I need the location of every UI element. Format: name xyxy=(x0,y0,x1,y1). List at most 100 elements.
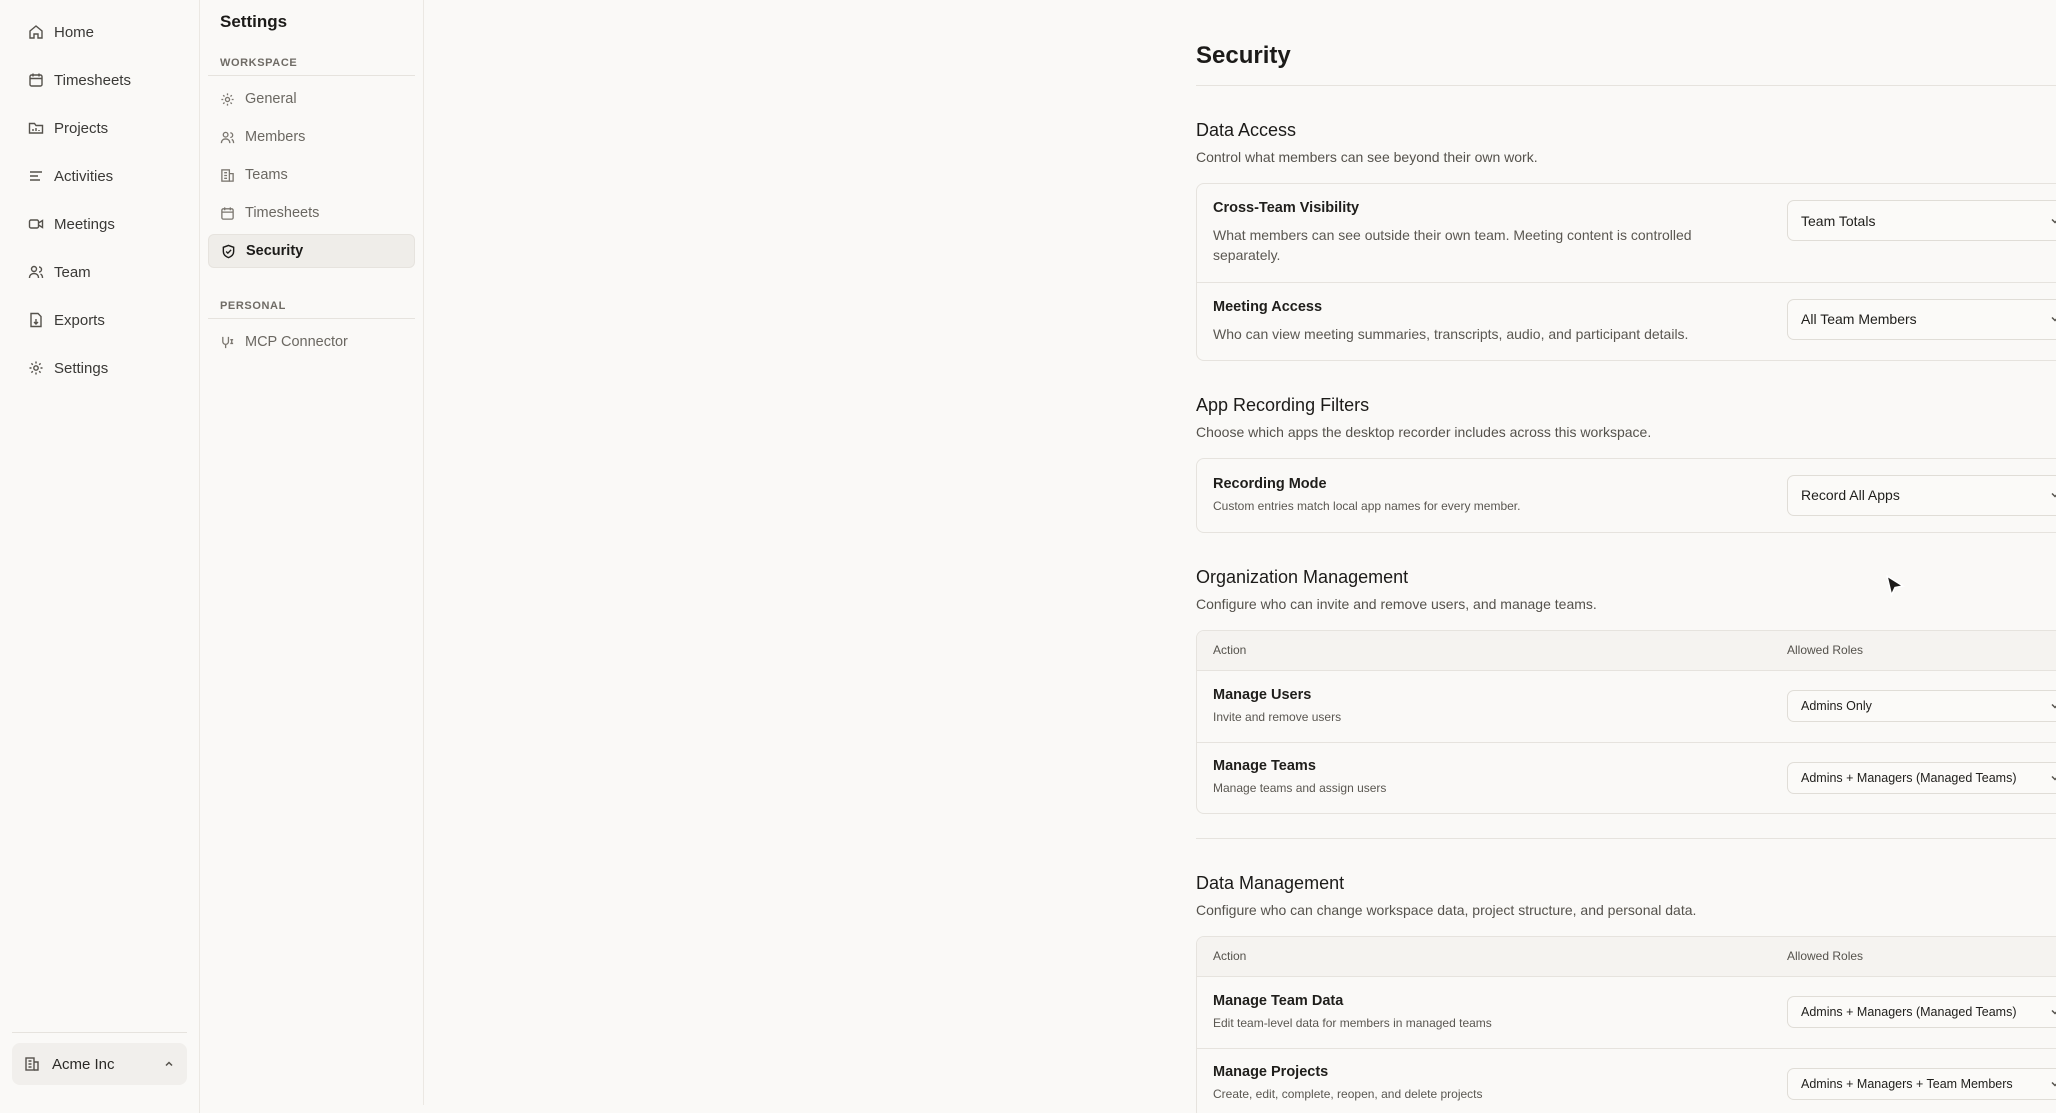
recording-mode-select[interactable]: Record All Apps xyxy=(1787,474,2056,516)
nav-label: Activities xyxy=(54,167,114,185)
users-icon xyxy=(28,265,44,279)
nav-item-home[interactable]: Home xyxy=(12,14,187,50)
workspace-section-label: WORKSPACE xyxy=(208,57,415,76)
section-title-org-management: Organization Management xyxy=(1196,566,1409,587)
settings-item-members[interactable]: Members xyxy=(208,120,415,154)
settings-item-label: Teams xyxy=(245,167,288,183)
mouse-cursor-icon xyxy=(1885,574,1906,598)
activity-icon xyxy=(30,171,42,181)
manage-teams-roles-select[interactable]: Admins + Managers (Managed Teams) xyxy=(1787,761,2056,794)
chevron-down-icon xyxy=(2051,493,2056,498)
setting-row: Recording Mode Custom entries match loca… xyxy=(1197,459,2056,532)
nav-item-timesheets[interactable]: Timesheets xyxy=(12,62,187,98)
cross-team-visibility-select[interactable]: Team Totals xyxy=(1787,200,2056,241)
nav-item-activities[interactable]: Activities xyxy=(12,158,187,194)
permission-title: Manage Users xyxy=(1213,686,1312,703)
security-page: Security Data Access Control what member… xyxy=(1196,0,2056,1113)
column-header-action: Action xyxy=(1213,949,1247,964)
table-row: Manage Team Data Edit team-level data fo… xyxy=(1197,977,2056,1048)
page-title: Security xyxy=(1196,0,2056,86)
calendar-icon xyxy=(221,206,234,220)
chevron-down-icon xyxy=(2051,1010,2056,1015)
nav-label: Team xyxy=(54,263,91,281)
nav-label: Meetings xyxy=(54,215,115,233)
column-header-action: Action xyxy=(1213,643,1247,658)
nav-label: Timesheets xyxy=(54,71,131,89)
manage-projects-roles-select[interactable]: Admins + Managers + Team Members xyxy=(1787,1067,2056,1100)
chevron-down-icon xyxy=(2051,218,2056,224)
table-row: Manage Teams Manage teams and assign use… xyxy=(1197,741,2056,813)
building-icon xyxy=(25,1057,39,1071)
users-icon xyxy=(220,131,235,143)
setting-title: Meeting Access xyxy=(1213,298,1323,315)
chevron-down-icon xyxy=(2051,704,2056,709)
settings-item-general[interactable]: General xyxy=(208,82,415,116)
nav-item-exports[interactable]: Exports xyxy=(12,302,187,338)
select-value: Record All Apps xyxy=(1801,487,1900,504)
settings-item-security[interactable]: Security xyxy=(208,234,415,268)
permission-title: Manage Projects xyxy=(1213,1064,1329,1081)
section-desc: Control what members can see beyond thei… xyxy=(1196,149,1538,165)
settings-item-label: Security xyxy=(246,243,304,259)
personal-section-label: PERSONAL xyxy=(208,300,415,319)
main-content: Security Data Access Control what member… xyxy=(424,0,2056,1113)
nav-item-meetings[interactable]: Meetings xyxy=(12,206,187,242)
folder-icon xyxy=(28,122,44,134)
select-value: Admins + Managers (Managed Teams) xyxy=(1801,770,2017,785)
table-header: Action Allowed Roles xyxy=(1197,936,2056,977)
nav-label: Settings xyxy=(54,359,109,377)
connector-icon xyxy=(222,336,234,348)
setting-row: Meeting Access Who can view meeting summ… xyxy=(1197,281,2056,360)
settings-title: Settings xyxy=(220,12,288,31)
gear-icon xyxy=(29,361,43,375)
section-desc: Choose which apps the desktop recorder i… xyxy=(1196,423,1652,440)
shield-icon xyxy=(222,244,235,258)
setting-title: Recording Mode xyxy=(1213,475,1327,492)
permission-title: Manage Team Data xyxy=(1213,992,1344,1009)
app-window: Home Timesheets Projects Activities Meet… xyxy=(0,0,2056,1113)
settings-item-timesheets[interactable]: Timesheets xyxy=(208,196,415,230)
divider xyxy=(12,1032,187,1033)
permission-desc: Invite and remove users xyxy=(1213,709,1342,724)
calendar-icon xyxy=(29,73,43,87)
select-value: Admins + Managers + Team Members xyxy=(1801,1076,2013,1091)
permission-desc: Edit team-level data for members in mana… xyxy=(1213,1015,1492,1030)
setting-desc: Who can view meeting summaries, transcri… xyxy=(1213,325,1689,342)
file-export-icon xyxy=(30,312,42,328)
settings-item-teams[interactable]: Teams xyxy=(208,158,415,192)
permission-title: Manage Teams xyxy=(1213,758,1316,775)
section-title-app-recording: App Recording Filters xyxy=(1196,394,1370,415)
divider xyxy=(1196,837,2056,839)
meeting-access-select[interactable]: All Team Members xyxy=(1787,298,2056,340)
video-icon xyxy=(28,219,44,229)
settings-item-label: Members xyxy=(245,129,306,145)
nav-label: Exports xyxy=(54,311,105,329)
data-access-card: Cross-Team Visibility What members can s… xyxy=(1196,183,2056,361)
chevron-up-icon xyxy=(165,1061,173,1067)
manage-users-roles-select[interactable]: Admins Only xyxy=(1787,690,2056,723)
settings-item-label: MCP Connector xyxy=(245,334,348,350)
section-desc: Configure who can change workspace data,… xyxy=(1196,901,1697,918)
section-title-data-access: Data Access xyxy=(1196,120,1297,140)
settings-item-mcp-connector[interactable]: MCP Connector xyxy=(208,325,415,359)
setting-row: Cross-Team Visibility What members can s… xyxy=(1197,184,2056,282)
column-header-roles: Allowed Roles xyxy=(1787,643,1864,658)
nav-item-settings[interactable]: Settings xyxy=(12,350,187,386)
org-name: Acme Inc xyxy=(52,1055,115,1073)
chevron-down-icon xyxy=(2051,1081,2056,1087)
nav-label: Home xyxy=(54,23,95,41)
nav-item-projects[interactable]: Projects xyxy=(12,110,187,146)
setting-desc: Custom entries match local app names for… xyxy=(1213,498,1521,513)
settings-nav: Settings WORKSPACE General Members Teams… xyxy=(200,0,424,1105)
manage-team-data-roles-select[interactable]: Admins + Managers (Managed Teams) xyxy=(1787,996,2056,1029)
nav-item-team[interactable]: Team xyxy=(12,254,187,290)
permission-desc: Create, edit, complete, reopen, and dele… xyxy=(1213,1087,1483,1102)
org-management-table: Action Allowed Roles Manage Users Invite… xyxy=(1196,629,2056,814)
org-switcher[interactable]: Acme Inc xyxy=(12,1043,187,1085)
column-header-roles: Allowed Roles xyxy=(1787,949,1864,964)
gear-icon xyxy=(221,92,234,106)
permission-desc: Manage teams and assign users xyxy=(1213,781,1387,796)
table-header: Action Allowed Roles xyxy=(1197,630,2056,671)
settings-item-label: Timesheets xyxy=(245,205,320,221)
table-row: Manage Projects Create, edit, complete, … xyxy=(1197,1047,2056,1113)
